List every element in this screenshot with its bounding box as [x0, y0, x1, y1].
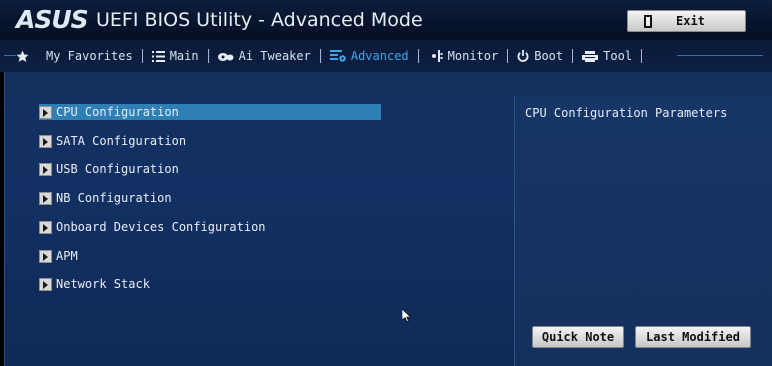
- power-icon: [517, 50, 529, 62]
- help-panel: CPU Configuration Parameters Quick Note …: [514, 96, 772, 366]
- tab-advanced[interactable]: Advanced: [329, 49, 409, 63]
- menu-item-onboard-devices-configuration[interactable]: Onboard Devices Configuration: [39, 219, 381, 235]
- nav-separator: [572, 49, 574, 63]
- tab-label: Ai Tweaker: [238, 49, 311, 63]
- menu-item-label: Onboard Devices Configuration: [56, 220, 266, 234]
- menu-item-label: NB Configuration: [56, 191, 172, 205]
- list-icon: [151, 50, 165, 62]
- tab-label: Boot: [534, 49, 564, 63]
- submenu-arrow-icon: [39, 134, 52, 148]
- nav-divider-right: [677, 55, 763, 56]
- submenu-arrow-icon: [39, 277, 52, 291]
- nav-separator: [207, 49, 209, 63]
- tab-ai-tweaker[interactable]: Ai Tweaker: [217, 49, 311, 63]
- menu-item-label: SATA Configuration: [56, 134, 187, 148]
- nav-separator: [319, 49, 321, 63]
- nav-separator: [507, 49, 509, 63]
- nav-bar: My Favorites Main Ai Tweaker Advanced Mo…: [0, 40, 772, 72]
- nav-separator: [141, 49, 143, 63]
- tab-label: My Favorites: [46, 49, 133, 63]
- title-bar: ASUS UEFI BIOS Utility - Advanced Mode E…: [0, 0, 772, 40]
- door-icon: [644, 14, 652, 28]
- help-description: CPU Configuration Parameters: [525, 106, 728, 120]
- nav-tabs: My Favorites Main Ai Tweaker Advanced Mo…: [46, 46, 651, 66]
- exit-label: Exit: [676, 14, 705, 28]
- submenu-arrow-icon: [39, 105, 52, 119]
- nav-separator: [641, 49, 643, 63]
- nav-separator: [417, 49, 419, 63]
- submenu-arrow-icon: [39, 249, 52, 263]
- submenu-arrow-icon: [39, 162, 52, 176]
- exit-button[interactable]: Exit: [627, 10, 746, 32]
- tab-label: Tool: [603, 49, 633, 63]
- asus-logo: ASUS: [16, 5, 89, 34]
- tab-label: Advanced: [350, 49, 409, 63]
- menu-item-network-stack[interactable]: Network Stack: [39, 276, 381, 292]
- menu-item-label: Network Stack: [56, 277, 150, 291]
- printer-icon: [582, 50, 599, 62]
- submenu-arrow-icon: [39, 191, 52, 205]
- menu-item-label: USB Configuration: [56, 162, 179, 176]
- menu-item-nb-configuration[interactable]: NB Configuration: [39, 190, 381, 206]
- tab-my-favorites[interactable]: My Favorites: [46, 49, 133, 63]
- mouse-cursor-icon: [402, 309, 411, 322]
- menu-item-sata-configuration[interactable]: SATA Configuration: [39, 133, 381, 149]
- tab-tool[interactable]: Tool: [582, 49, 632, 63]
- menu-item-label: CPU Configuration: [56, 105, 179, 119]
- nav-divider-left: [4, 55, 16, 56]
- app-title: UEFI BIOS Utility - Advanced Mode: [96, 9, 423, 31]
- quick-note-button[interactable]: Quick Note: [532, 326, 624, 348]
- tab-label: Main: [169, 49, 199, 63]
- tab-monitor[interactable]: Monitor: [428, 49, 499, 63]
- tab-label: Monitor: [447, 49, 499, 63]
- star-icon: [16, 50, 29, 62]
- menu-item-usb-configuration[interactable]: USB Configuration: [39, 161, 381, 177]
- menu-item-label: APM: [56, 249, 78, 263]
- advanced-icon: [329, 50, 346, 62]
- menu-item-apm[interactable]: APM: [39, 248, 381, 264]
- submenu-arrow-icon: [39, 220, 52, 234]
- tab-main[interactable]: Main: [151, 49, 199, 63]
- tab-boot[interactable]: Boot: [517, 49, 563, 63]
- main-panel: CPU Configuration SATA Configuration USB…: [4, 72, 772, 366]
- monitor-icon: [428, 50, 443, 62]
- tweaker-icon: [217, 52, 234, 61]
- last-modified-button[interactable]: Last Modified: [635, 326, 751, 348]
- menu-item-cpu-configuration[interactable]: CPU Configuration: [39, 104, 381, 120]
